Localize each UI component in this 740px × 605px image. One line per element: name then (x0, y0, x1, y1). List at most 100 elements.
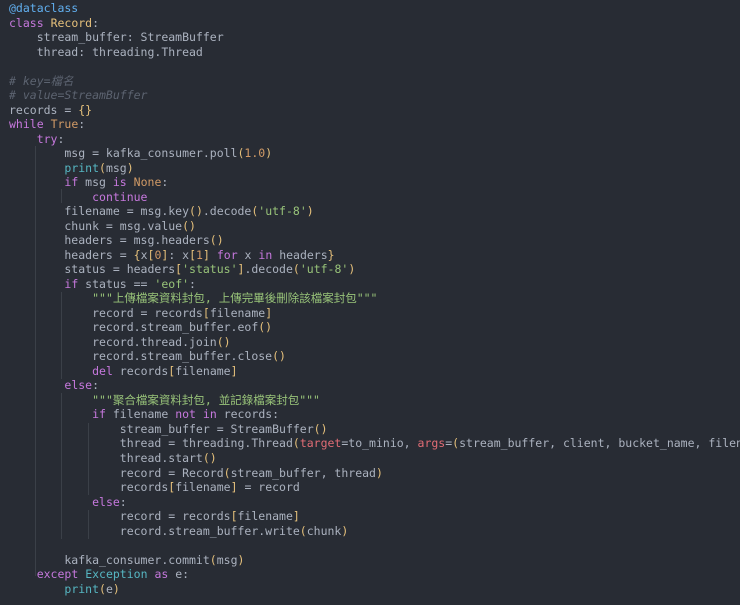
code-token-plain: filename (175, 363, 231, 378)
code-line: stream_buffer: StreamBuffer (9, 30, 740, 45)
code-token-plain: stream_buffer = StreamBuffer (9, 421, 314, 436)
code-line: """聚合檔案資料封包, 並記錄檔案封包""" (9, 393, 740, 408)
code-token-plain: : x (168, 247, 190, 262)
code-token-plain: headers = (9, 247, 134, 262)
code-line: record.thread.join() (9, 335, 740, 350)
code-token-plain: msg (105, 160, 127, 175)
code-line: if status == 'eof': (9, 277, 740, 292)
code-token-keyword: in (258, 247, 273, 262)
code-token-bracket: () (182, 218, 196, 233)
code-token-plain: record.stream_buffer.close (9, 349, 273, 364)
code-token-bracket: ] (292, 509, 300, 524)
code-line: else: (9, 378, 740, 393)
code-line: thread = threading.Thread(target=to_mini… (9, 436, 740, 451)
code-token-keyword: continue (92, 189, 148, 204)
code-token-plain: records (9, 480, 169, 495)
code-token-comment: # value=StreamBuffer (9, 88, 148, 103)
code-token-plain: : (78, 117, 86, 132)
code-token-plain: : (189, 276, 196, 291)
code-token-bracket: ) (306, 204, 314, 219)
code-token-string: """聚合檔案資料封包, 並記錄檔案封包""" (92, 392, 320, 407)
code-token-string: 'utf-8' (258, 204, 307, 219)
code-line: # value=StreamBuffer (9, 88, 740, 103)
code-line: continue (9, 190, 740, 205)
code-line: """上傳檔案資料封包, 上傳完畢後刪除該檔案封包""" (9, 291, 740, 306)
code-line: if msg is None: (9, 175, 740, 190)
code-token-plain: record.stream_buffer.write (9, 523, 300, 538)
code-token-plain: filename (209, 305, 266, 320)
code-token-class: Record (50, 15, 93, 30)
code-token-bracket: } (327, 247, 335, 262)
code-token-string: 'utf-8' (299, 262, 349, 277)
code-token-bracket: [ (230, 509, 238, 524)
code-token-plain: .decode (202, 204, 252, 219)
code-token-plain: stream_buffer: StreamBuffer (9, 30, 224, 45)
code-token-bracket: ) (265, 146, 273, 161)
code-token-bracket: ( (292, 436, 300, 451)
code-token-bracket: ( (292, 262, 300, 277)
code-line: kafka_consumer.commit(msg) (9, 553, 740, 568)
code-token-bracket: ( (99, 160, 106, 175)
code-token-bracket: [ (202, 305, 210, 320)
code-line: filename = msg.key().decode('utf-8') (9, 204, 740, 219)
code-token-param: args (417, 436, 446, 451)
code-token-keyword: while (9, 117, 44, 132)
code-token-plain: record.stream_buffer.eof (9, 320, 259, 335)
code-token-plain: msg (78, 175, 113, 190)
code-token-deco: @dataclass (9, 1, 79, 15)
code-token-plain: chunk (306, 523, 342, 538)
code-token-plain: chunk = msg.value (9, 218, 183, 233)
code-token-comment: # key=檔名 (9, 73, 74, 88)
code-line: chunk = msg.value() (9, 219, 740, 234)
code-token-keyword: try (36, 131, 58, 146)
code-token-plain: record.thread.join (9, 334, 217, 349)
code-line: status = headers['status'].decode('utf-8… (9, 262, 740, 277)
code-token-plain: headers = msg.headers (9, 233, 210, 248)
code-line: class Record: (9, 16, 740, 31)
code-token-builtin: print (64, 581, 100, 596)
code-line: # key=檔名 (9, 74, 740, 89)
code-token-plain: records (112, 363, 169, 378)
code-token-plain: kafka_consumer.commit (9, 552, 210, 567)
code-token-keyword: if (64, 175, 79, 190)
code-line: record.stream_buffer.write(chunk) (9, 524, 740, 539)
code-token-string: """上傳檔案資料封包, 上傳完畢後刪除該檔案封包""" (92, 291, 378, 306)
code-token-bracket: ) (348, 262, 356, 277)
code-token-bracket: [ (189, 247, 197, 262)
code-token-bracket: () (189, 204, 203, 219)
code-token-keyword: for (216, 247, 238, 262)
code-token-plain: e: (168, 567, 190, 582)
code-token-plain: e (105, 581, 113, 596)
code-token-plain: : (92, 15, 100, 30)
code-token-plain: record = records (9, 305, 203, 320)
code-text-area[interactable]: @dataclass class Record: stream_buffer: S… (9, 1, 740, 596)
code-token-bracket: ] (230, 363, 238, 378)
code-line: record = Record(stream_buffer, thread) (9, 466, 740, 481)
code-line: record.stream_buffer.eof() (9, 320, 740, 335)
code-token-plain: : (161, 175, 169, 190)
code-token-plain: stream_buffer, client, bucket_name, file… (459, 436, 740, 451)
code-token-keyword: in (202, 407, 217, 422)
code-editor[interactable]: @dataclass class Record: stream_buffer: S… (0, 0, 740, 605)
code-token-bracket: ] (202, 247, 210, 262)
code-line: record.stream_buffer.close() (9, 349, 740, 364)
code-line: stream_buffer = StreamBuffer() (9, 422, 740, 437)
code-token-const: True (50, 117, 79, 132)
code-token-plain: thread = threading.Thread (9, 436, 293, 451)
code-token-bracket: ) (341, 523, 349, 538)
code-token-plain: x (140, 247, 148, 262)
code-token-number: 1 (196, 247, 203, 262)
code-token-plain: record = records (9, 509, 231, 524)
